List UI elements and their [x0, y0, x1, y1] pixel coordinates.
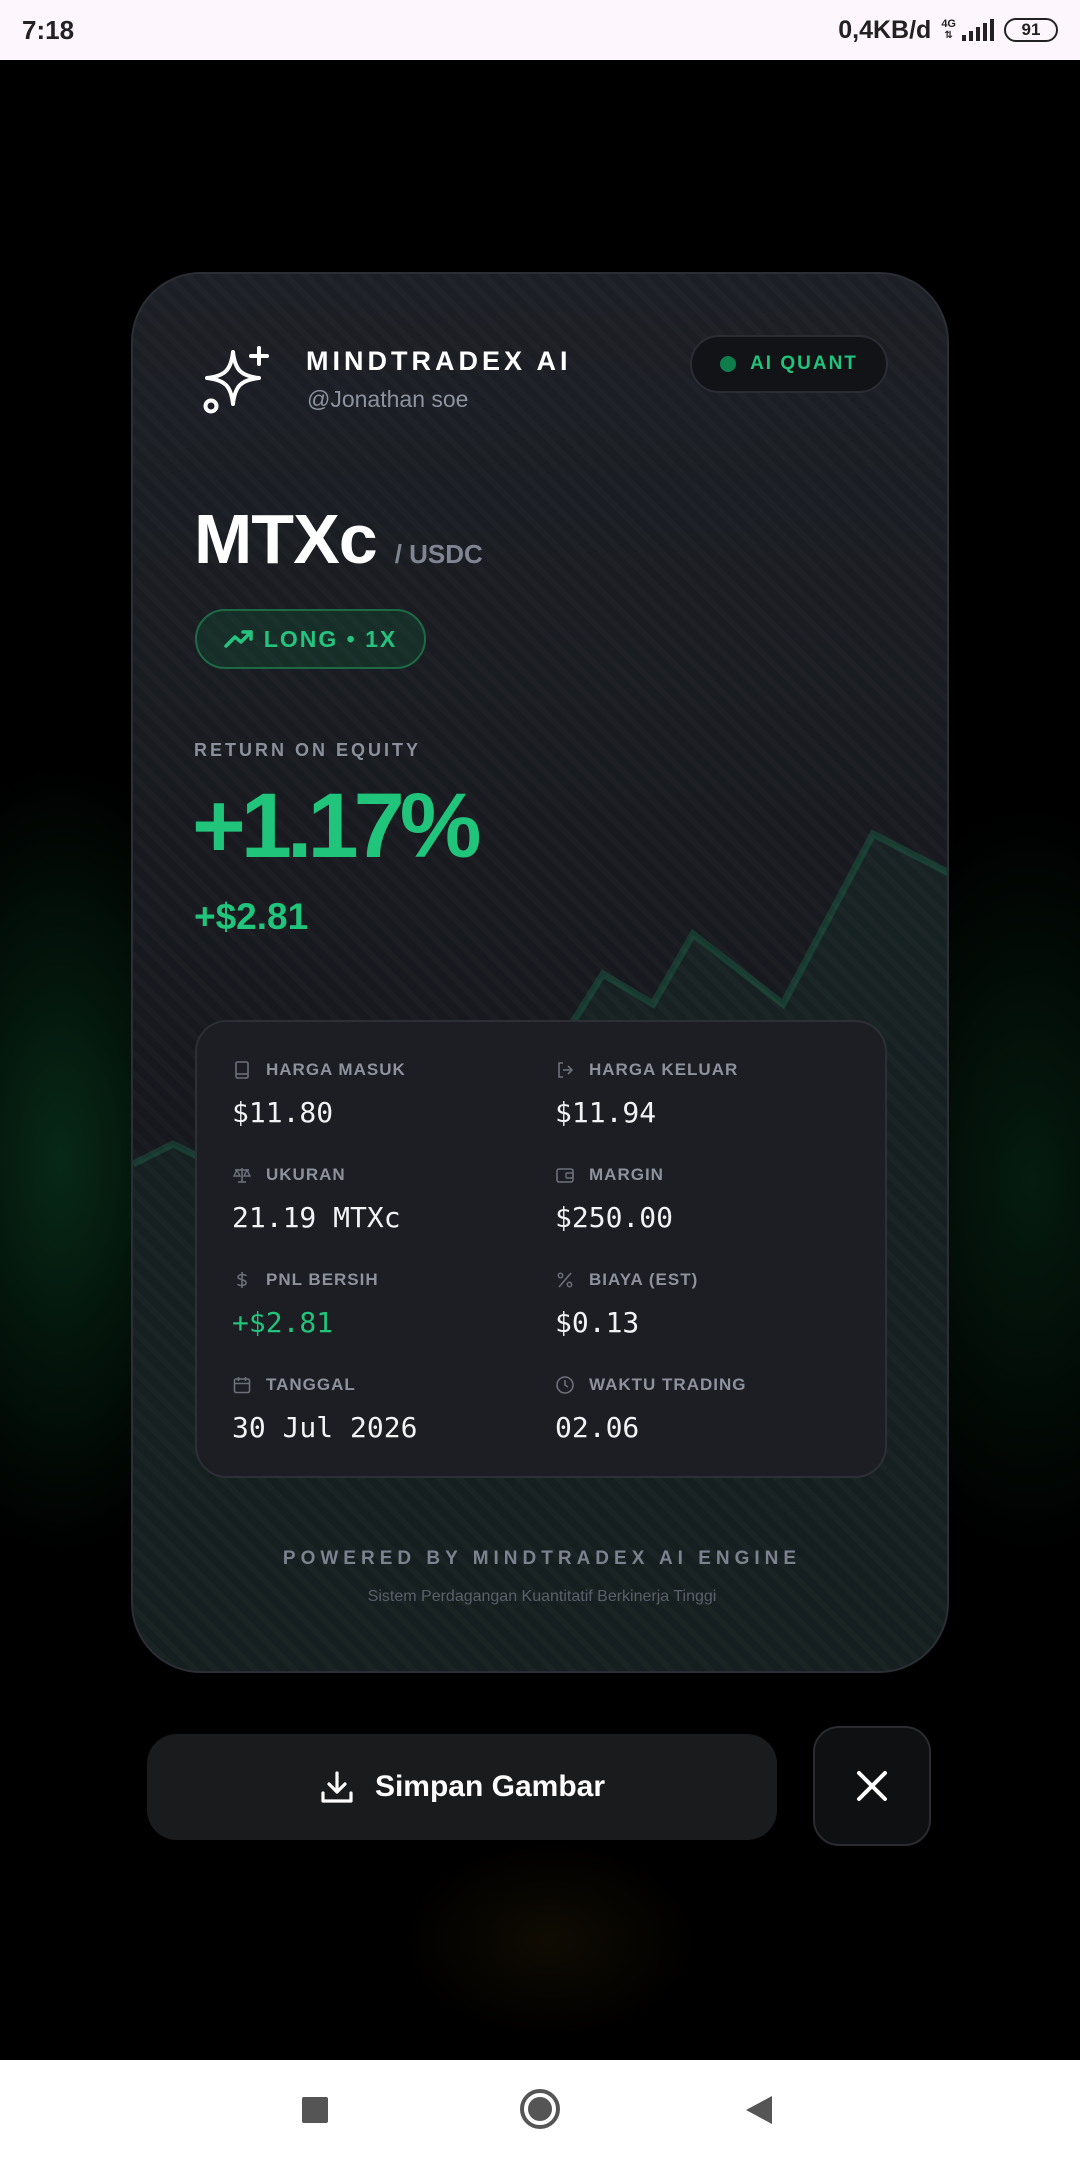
stat-value: $11.94	[555, 1096, 657, 1129]
home-icon[interactable]	[520, 2089, 560, 2129]
stat-value: $0.13	[555, 1306, 640, 1339]
status-dot-icon	[720, 356, 737, 372]
stat-entry-price: HARGA MASUK $11.80	[232, 1060, 532, 1129]
stat-exit-price: HARGA KELUAR $11.94	[555, 1060, 855, 1129]
footer-title: POWERED BY MINDTRADEX AI ENGINE	[282, 1548, 802, 1569]
sparkle-logo-icon	[203, 346, 269, 414]
stat-value: 21.19 MTXc	[232, 1201, 401, 1234]
stat-label: HARGA KELUAR	[589, 1060, 739, 1079]
percent-icon	[557, 1272, 573, 1288]
book-icon	[235, 1061, 249, 1079]
stat-value: $250.00	[555, 1201, 674, 1234]
stat-label: WAKTU TRADING	[589, 1375, 747, 1394]
pnl-share-card: MINDTRADEX AI @Jonathan soe AI QUANT MTX…	[131, 272, 949, 1673]
stat-size: UKURAN 21.19 MTXc	[232, 1165, 532, 1234]
stat-fee: BIAYA (EST) $0.13	[555, 1270, 855, 1339]
network-type-icon: 4G ⇅	[941, 18, 956, 42]
calendar-icon	[233, 1377, 251, 1394]
stat-trade-time: WAKTU TRADING 02.06	[555, 1375, 855, 1444]
stat-value: 30 Jul 2026	[232, 1411, 418, 1444]
stat-label: PNL BERSIH	[266, 1270, 379, 1289]
back-icon[interactable]	[746, 2096, 772, 2124]
clock-icon	[556, 1376, 574, 1394]
trade-stats-panel: HARGA MASUK $11.80 HARGA KELUAR $11.94 U…	[195, 1020, 887, 1478]
brand-name: MINDTRADEX AI	[306, 346, 572, 376]
stat-label: HARGA MASUK	[266, 1060, 406, 1079]
scale-icon	[232, 1168, 252, 1183]
pair-quote: / USDC	[394, 539, 483, 569]
exit-icon	[558, 1062, 574, 1078]
stat-date: TANGGAL 30 Jul 2026	[232, 1375, 532, 1444]
close-icon	[857, 1771, 887, 1801]
network-speed: 0,4KB/d	[838, 15, 932, 44]
stat-value: $11.80	[232, 1096, 334, 1129]
stat-label: TANGGAL	[266, 1375, 356, 1394]
user-handle: @Jonathan soe	[307, 386, 469, 412]
ai-quant-badge: AI QUANT	[690, 335, 888, 393]
roe-label: RETURN ON EQUITY	[194, 740, 422, 760]
recent-apps-icon[interactable]	[302, 2097, 328, 2123]
status-indicators: 0,4KB/d 4G ⇅ 91	[838, 16, 1058, 45]
pnl-value: +$2.81	[194, 896, 309, 937]
trading-pair: MTXc / USDC	[194, 499, 483, 579]
signal-icon	[962, 19, 994, 41]
dollar-icon	[237, 1272, 247, 1288]
stat-net-pnl: PNL BERSIH +$2.81	[232, 1270, 532, 1339]
stat-label: UKURAN	[266, 1165, 346, 1184]
footer-subtitle: Sistem Perdagangan Kuantitatif Berkinerj…	[367, 1588, 717, 1605]
background-glow-bottom	[400, 1840, 700, 2040]
trending-up-icon	[224, 630, 253, 648]
status-bar: 7:18 0,4KB/d 4G ⇅ 91	[0, 0, 1080, 60]
stat-margin: MARGIN $250.00	[555, 1165, 855, 1234]
battery-level: 91	[1021, 20, 1041, 39]
roe-value: +1.17%	[192, 775, 482, 877]
close-button[interactable]	[813, 1726, 931, 1846]
stat-label: MARGIN	[589, 1165, 664, 1184]
position-badge: LONG • 1X	[195, 609, 426, 669]
download-icon	[321, 1771, 353, 1803]
stat-label: BIAYA (EST)	[589, 1270, 699, 1289]
save-image-label: Simpan Gambar	[374, 1770, 606, 1803]
stat-value: 02.06	[555, 1411, 640, 1444]
status-time: 7:18	[22, 14, 75, 45]
position-label: LONG • 1X	[263, 625, 398, 652]
share-screen: MINDTRADEX AI @Jonathan soe AI QUANT MTX…	[0, 60, 1080, 2060]
ai-quant-label: AI QUANT	[750, 353, 858, 374]
navigation-bar	[0, 2060, 1080, 2160]
pair-base: MTXc	[194, 500, 378, 578]
save-image-button[interactable]: Simpan Gambar	[147, 1734, 777, 1840]
wallet-icon	[556, 1168, 574, 1183]
stat-value: +$2.81	[232, 1306, 334, 1339]
battery-icon: 91	[1004, 18, 1058, 42]
network-type-label: 4G	[941, 18, 956, 30]
